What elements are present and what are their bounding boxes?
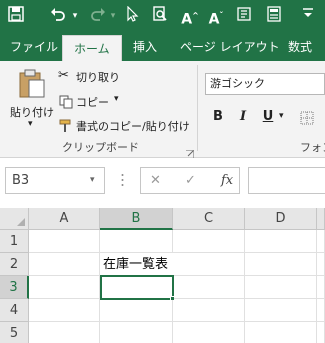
cell-d2[interactable] [245,253,317,276]
row-header-1[interactable]: 1 [0,230,29,253]
formula-input[interactable] [248,167,325,194]
redo-dropdown-icon[interactable]: ▾ [108,6,118,26]
cut-button[interactable]: ✂ 切り取り [58,67,168,85]
cell-a4[interactable] [29,299,100,322]
format-painter-label: 書式のコピー/貼り付け [76,120,190,133]
cell-a5[interactable] [29,322,100,343]
scissors-icon: ✂ [58,68,69,83]
column-header-a[interactable]: A [29,208,100,230]
cell-d4[interactable] [245,299,317,322]
cell-d3[interactable] [245,276,317,299]
form-icon[interactable] [264,6,284,28]
group-separator [197,65,198,151]
column-header-e[interactable] [317,208,325,230]
cell-a2[interactable] [29,253,100,276]
row-header-4[interactable]: 4 [0,299,29,322]
redo-icon[interactable] [88,6,108,28]
cell-c4[interactable] [173,299,245,322]
decrease-font-icon[interactable]: Aˇ [206,6,226,30]
copy-icon [59,94,73,113]
copy-dropdown-icon[interactable]: ▾ [114,94,119,104]
cell-e5[interactable] [317,322,325,343]
tab-insert[interactable]: 挿入 [133,33,157,61]
format-painter-button[interactable]: 書式のコピー/貼り付け [58,116,193,134]
clipboard-icon [18,69,46,103]
font-group-label: フォン [300,141,325,154]
name-box-dropdown-icon[interactable]: ▾ [90,175,95,185]
row-header-5[interactable]: 5 [0,322,29,343]
column-header-d[interactable]: D [245,208,317,230]
customize-toolbar-icon[interactable] [300,6,316,26]
increase-font-icon[interactable]: A^ [180,6,200,30]
row-header-3[interactable]: 3 [0,276,29,299]
formula-bar: B3 ▾ ✕ ✓ fx [0,158,325,208]
clipboard-group-label: クリップボード [62,141,139,154]
pointer-icon[interactable] [122,5,142,28]
cell-b4[interactable] [100,300,173,322]
paste-button[interactable]: 貼り付け ▾ [8,67,54,131]
column-header-c[interactable]: C [173,208,245,230]
cell-c3[interactable] [174,276,245,299]
cut-label: 切り取り [76,71,120,84]
print-preview-icon[interactable] [150,6,170,28]
underline-dropdown-icon[interactable]: ▾ [279,111,284,121]
column-header-b[interactable]: B [100,208,173,230]
undo-dropdown-icon[interactable]: ▾ [70,6,80,26]
cell-c2[interactable] [173,253,245,276]
undo-icon[interactable] [48,6,68,28]
cell-d1[interactable] [245,230,317,253]
cell-c1[interactable] [173,230,245,253]
paste-label: 貼り付け [10,106,54,119]
ribbon-tabs: ファイル ホーム 挿入 ページ レイアウト 数式 [0,33,325,61]
tab-home[interactable]: ホーム [62,35,122,61]
tab-file[interactable]: ファイル [10,33,58,61]
cell-e4[interactable] [317,299,325,322]
worksheet-grid: A B C D 1 2 3 4 5 在庫一覧表 [0,208,325,343]
copy-label: コピー [76,96,109,109]
cell-d5[interactable] [245,322,317,343]
cell-c5[interactable] [173,322,245,343]
save-icon[interactable] [6,6,26,28]
formula-bar-grip[interactable] [121,170,124,190]
cell-b1[interactable] [100,230,173,253]
copy-button[interactable]: コピー ▾ [58,92,168,110]
cell-e2[interactable] [317,253,325,276]
row-header-2[interactable]: 2 [0,253,29,276]
cell-b5[interactable] [100,322,173,343]
paintbrush-icon [59,118,73,137]
tab-formulas[interactable]: 数式 [288,33,312,61]
select-all-button[interactable] [0,208,29,230]
cell-e3[interactable] [317,276,325,299]
underline-button[interactable]: U [259,108,277,126]
enter-icon[interactable]: ✓ [185,172,196,190]
cell-e1[interactable] [317,230,325,253]
bold-button[interactable]: B [209,108,227,126]
ribbon-home: 貼り付け ▾ ✂ 切り取り コピー ▾ 書式のコピー/貼り付け クリップボード … [0,61,325,158]
clear-format-icon[interactable] [234,6,254,28]
cell-a3[interactable] [29,276,100,299]
formula-buttons: ✕ ✓ fx [140,167,240,194]
cell-a1[interactable] [29,230,100,253]
insert-function-icon[interactable]: fx [221,172,233,190]
cancel-icon[interactable]: ✕ [150,172,161,190]
cell-b2[interactable]: 在庫一覧表 [100,253,173,276]
cell-b3-active[interactable] [100,275,174,300]
italic-button[interactable]: I [234,108,252,126]
borders-icon[interactable] [300,110,314,129]
quick-access-toolbar: ▾ ▾ A^ Aˇ [0,0,325,33]
font-name-select[interactable]: 游ゴシック [205,73,325,95]
tab-page-layout[interactable]: ページ レイアウト [180,33,280,61]
paste-dropdown-icon[interactable]: ▾ [28,119,33,129]
